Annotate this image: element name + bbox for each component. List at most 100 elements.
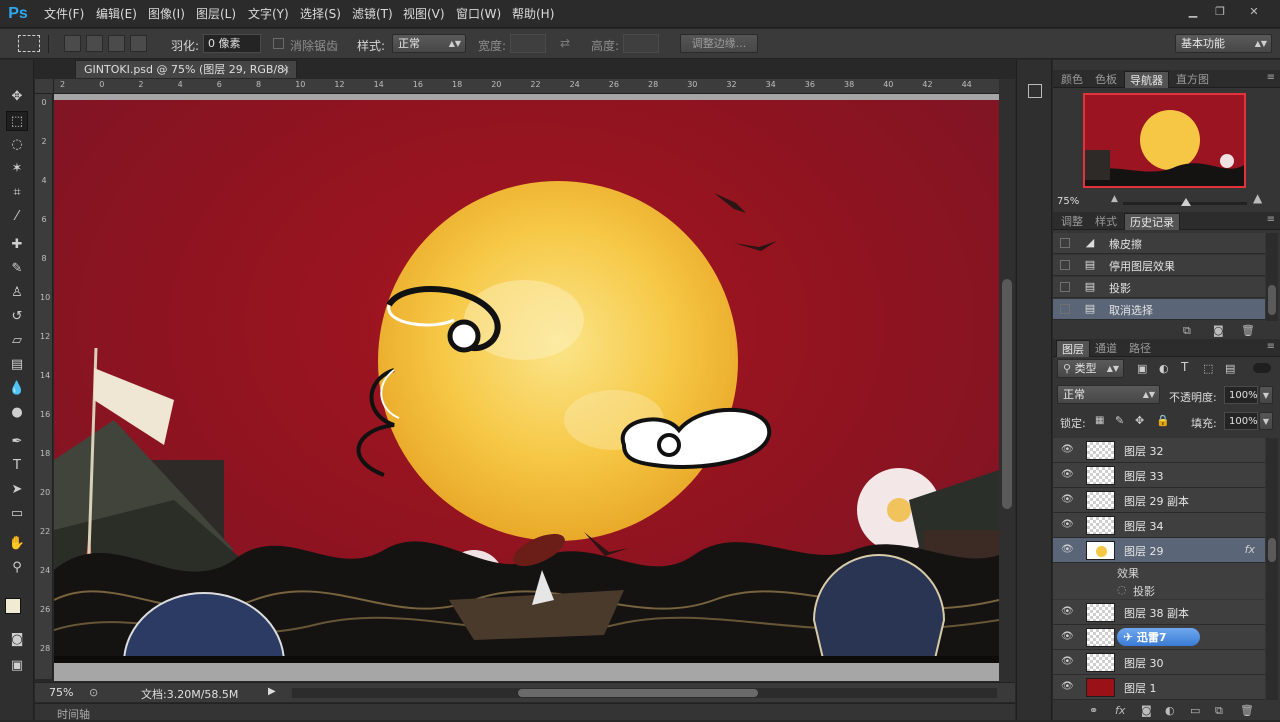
tab-history[interactable]: 历史记录 <box>1124 213 1180 230</box>
panel-menu-icon[interactable]: ≡ <box>1267 341 1275 352</box>
width-input[interactable] <box>510 34 546 53</box>
snapshot-icon[interactable]: ◙ <box>1213 324 1224 337</box>
visibility-eye-icon[interactable]: 👁 <box>1061 469 1074 480</box>
filter-toggle[interactable] <box>1253 363 1271 373</box>
panel-menu-icon[interactable]: ≡ <box>1267 214 1275 225</box>
antialias-checkbox[interactable] <box>273 38 284 49</box>
zoom-in-icon[interactable]: ▲ <box>1253 191 1262 205</box>
visibility-eye-icon[interactable]: 👁 <box>1061 494 1074 505</box>
subtract-selection-icon[interactable] <box>108 35 125 52</box>
snapshot-checkbox[interactable] <box>1060 304 1070 314</box>
timeline-bar[interactable]: 时间轴 <box>35 703 1015 721</box>
feather-input[interactable]: 0 像素 <box>203 34 261 53</box>
layer-filter-select[interactable]: ⚲ 类型 ▲▼ <box>1057 359 1124 378</box>
history-brush-icon[interactable]: ↺ <box>6 307 28 327</box>
refine-edge-button[interactable]: 调整边缘... <box>680 34 758 53</box>
scroll-thumb[interactable] <box>1268 538 1276 562</box>
hand-tool-icon[interactable]: ✋ <box>6 534 28 554</box>
layer-row[interactable]: 👁 ✈ 迅雷7 <box>1053 625 1265 650</box>
slider-knob[interactable] <box>1181 198 1191 206</box>
minimize-button[interactable]: ▁ <box>1183 4 1203 20</box>
new-layer-icon[interactable]: ⧉ <box>1215 704 1223 718</box>
history-scrollbar[interactable] <box>1266 233 1278 321</box>
menu-file[interactable]: 文件(F) <box>44 6 84 22</box>
fill-dropdown-icon[interactable]: ▼ <box>1259 412 1273 430</box>
tab-swatches[interactable]: 色板 <box>1090 71 1122 88</box>
opacity-input[interactable]: 100% <box>1224 386 1258 404</box>
layer-row[interactable]: 👁 图层 34 <box>1053 513 1265 538</box>
group-icon[interactable]: ▭ <box>1190 704 1200 717</box>
brush-tool-icon[interactable]: ✎ <box>6 259 28 279</box>
layer-row[interactable]: 👁 图层 32 <box>1053 438 1265 463</box>
trash-icon[interactable]: 🗑 <box>1240 704 1254 717</box>
crop-tool-icon[interactable]: ⌗ <box>6 183 28 203</box>
zoom-level[interactable]: 75% <box>49 686 73 699</box>
menu-view[interactable]: 视图(V) <box>403 6 445 22</box>
close-button[interactable]: ✕ <box>1244 4 1264 20</box>
document-tab[interactable]: GINTOKI.psd @ 75% (图层 29, RGB/8) × <box>75 60 297 78</box>
rectangle-tool-icon[interactable]: ▭ <box>6 504 28 524</box>
add-mask-icon[interactable]: ◙ <box>1141 704 1152 717</box>
filter-smart-object-icon[interactable]: ▤ <box>1225 362 1235 375</box>
filter-type-icon[interactable]: T <box>1181 360 1188 374</box>
zoom-out-icon[interactable]: ▲ <box>1111 194 1118 204</box>
layer-row[interactable]: 👁 图层 30 <box>1053 650 1265 675</box>
intersect-selection-icon[interactable] <box>130 35 147 52</box>
type-tool-icon[interactable]: T <box>6 456 28 476</box>
eraser-tool-icon[interactable]: ▱ <box>6 331 28 351</box>
history-item-selected[interactable]: ▤ 取消选择 <box>1053 299 1265 320</box>
visibility-eye-icon[interactable]: 👁 <box>1061 656 1074 667</box>
add-style-icon[interactable]: fx <box>1115 704 1125 717</box>
menu-image[interactable]: 图像(I) <box>148 6 185 22</box>
visibility-eye-icon[interactable]: 👁 <box>1061 631 1074 642</box>
layer-row[interactable]: 👁 图层 38 副本 <box>1053 600 1265 625</box>
canvas[interactable] <box>54 100 999 663</box>
navigator-zoom[interactable]: 75% <box>1057 196 1079 207</box>
layer-row[interactable]: 👁 图层 1 <box>1053 675 1265 700</box>
dodge-tool-icon[interactable]: ● <box>6 403 28 423</box>
blur-tool-icon[interactable]: 💧 <box>6 379 28 399</box>
fx-icon[interactable]: fx <box>1245 543 1255 556</box>
tab-color[interactable]: 颜色 <box>1056 71 1088 88</box>
quick-mask-icon[interactable]: ◙ <box>6 630 28 650</box>
drop-shadow-row[interactable]: ◌ 投影 <box>1053 581 1265 599</box>
tab-histogram[interactable]: 直方图 <box>1171 71 1214 88</box>
menu-select[interactable]: 选择(S) <box>300 6 341 22</box>
menu-edit[interactable]: 编辑(E) <box>96 6 137 22</box>
menu-filter[interactable]: 滤镜(T) <box>352 6 393 22</box>
history-panel-icon[interactable] <box>1028 84 1042 98</box>
lock-transparency-icon[interactable]: ▦ <box>1095 415 1104 426</box>
fill-input[interactable]: 100% <box>1224 412 1258 430</box>
filter-shape-icon[interactable]: ⬚ <box>1203 362 1213 375</box>
opacity-dropdown-icon[interactable]: ▼ <box>1259 386 1273 404</box>
lock-pixels-icon[interactable]: ✎ <box>1115 414 1124 427</box>
pen-tool-icon[interactable]: ✒ <box>6 432 28 452</box>
panel-menu-icon[interactable]: ≡ <box>1267 72 1275 83</box>
visibility-eye-icon[interactable]: 👁 <box>1061 444 1074 455</box>
gradient-tool-icon[interactable]: ▤ <box>6 355 28 375</box>
layers-scrollbar[interactable] <box>1266 438 1278 700</box>
height-input[interactable] <box>623 34 659 53</box>
scroll-thumb[interactable] <box>518 689 758 697</box>
clone-stamp-icon[interactable]: ♙ <box>6 283 28 303</box>
tab-navigator[interactable]: 导航器 <box>1124 71 1169 88</box>
horizontal-scrollbar[interactable] <box>292 688 997 698</box>
doc-info-icon[interactable]: ⊙ <box>89 686 98 699</box>
visibility-eye-icon[interactable]: 👁 <box>1061 519 1074 530</box>
tab-paths[interactable]: 路径 <box>1124 340 1156 357</box>
style-select[interactable]: 正常 ▲▼ <box>392 34 466 53</box>
menu-help[interactable]: 帮助(H) <box>512 6 554 22</box>
link-layers-icon[interactable]: ⚭ <box>1089 704 1098 717</box>
lasso-tool-icon[interactable]: ◌ <box>6 135 28 155</box>
magic-wand-icon[interactable]: ✶ <box>6 159 28 179</box>
add-selection-icon[interactable] <box>86 35 103 52</box>
marquee-tool-icon[interactable]: ⬚ <box>6 111 28 131</box>
filter-pixel-icon[interactable]: ▣ <box>1137 362 1147 375</box>
tab-layers[interactable]: 图层 <box>1056 340 1090 357</box>
visibility-eye-icon[interactable]: 👁 <box>1061 681 1074 692</box>
effect-eye-icon[interactable]: ◌ <box>1117 583 1127 596</box>
menu-type[interactable]: 文字(Y) <box>248 6 289 22</box>
layer-row-selected[interactable]: 👁 图层 29 fx <box>1053 538 1265 563</box>
visibility-eye-icon[interactable]: 👁 <box>1061 544 1074 555</box>
vertical-scrollbar[interactable] <box>999 79 1015 682</box>
